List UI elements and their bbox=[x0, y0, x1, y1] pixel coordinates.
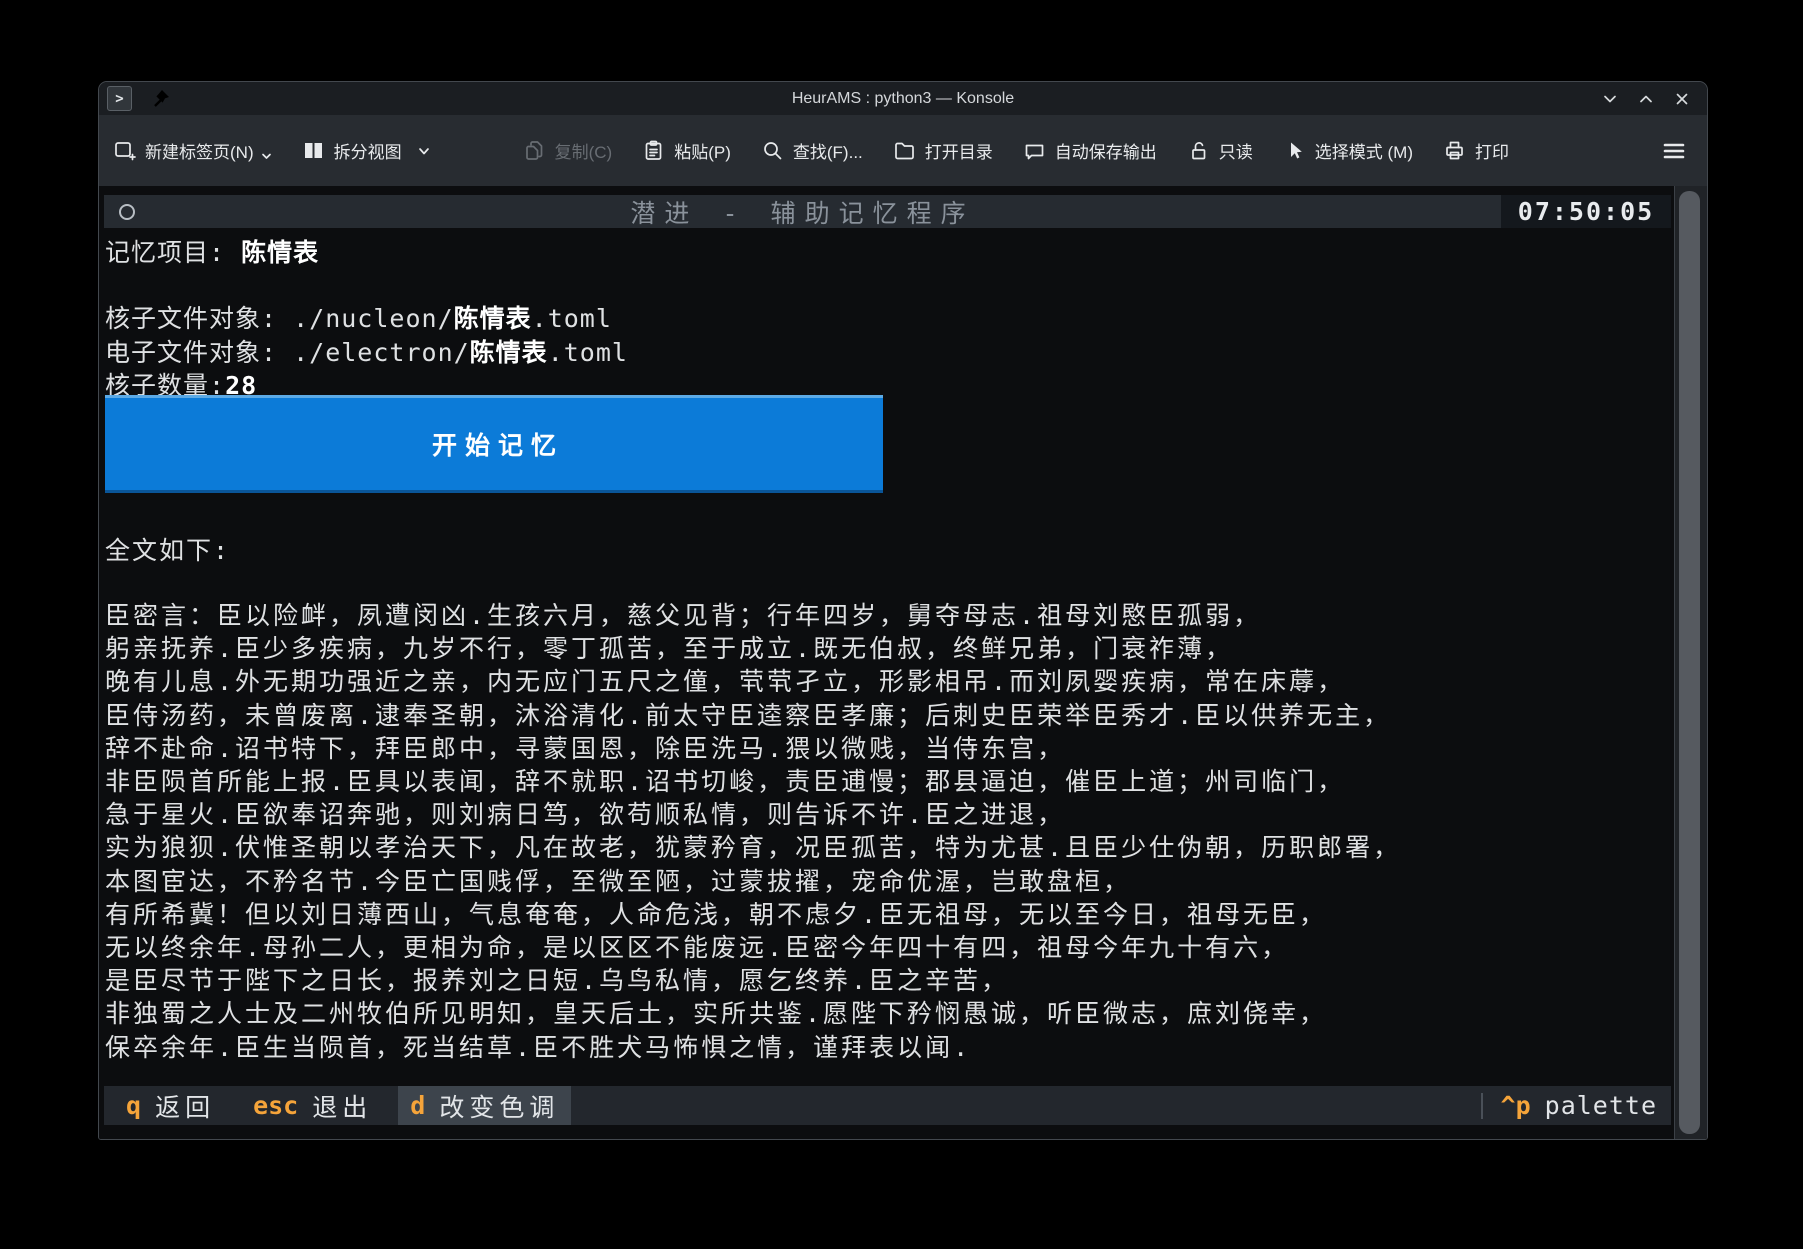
footer-separator bbox=[1481, 1093, 1483, 1119]
fulltext-line: 非独蜀之人士及二州牧伯所见明知，皇天后土，实所共鉴.愿陛下矜悯愚诚，听臣微志，庶… bbox=[105, 997, 1401, 1030]
nucleon-file-line: 核子文件对象: ./nucleon/陈情表.toml bbox=[105, 302, 628, 335]
chevron-down-icon bbox=[261, 151, 272, 162]
fulltext-line: 无以终余年.母孙二人，更相为命，是以区区不能废远.臣密今年四十有四，祖母今年九十… bbox=[105, 931, 1401, 964]
toolbar-paste[interactable]: 粘贴(P) bbox=[642, 138, 731, 163]
toolbar-label: 打开目录 bbox=[925, 138, 993, 163]
toolbar-label: 粘贴(P) bbox=[674, 138, 731, 163]
titlebar: > HeurAMS : python3 — Konsole bbox=[99, 82, 1707, 115]
fulltext-line: 保卒余年.臣生当陨首，死当结草.臣不胜犬马怖惧之情，谨拜表以闻. bbox=[105, 1031, 1401, 1064]
toolbar-print[interactable]: 打印 bbox=[1443, 138, 1509, 163]
copy-icon bbox=[523, 139, 546, 162]
toolbar-read-only[interactable]: 只读 bbox=[1187, 138, 1253, 163]
fulltext-line: 本图宦达，不矜名节.今臣亡国贱俘，至微至陋，过蒙拔擢，宠命优渥，岂敢盘桓， bbox=[105, 865, 1401, 898]
toolbar-split-view[interactable]: 拆分视图 bbox=[302, 138, 431, 163]
toolbar-label: 只读 bbox=[1219, 138, 1253, 163]
info-value: 陈情表 bbox=[470, 338, 548, 367]
chevron-up-icon bbox=[1637, 90, 1655, 108]
minimize-button[interactable] bbox=[1599, 88, 1621, 110]
fulltext-paragraph: 臣密言：臣以险衅，夙遭闵凶.生孩六月，慈父见背；行年四岁，舅夺母志.祖母刘愍臣孤… bbox=[105, 599, 1401, 1064]
search-icon bbox=[761, 139, 784, 162]
toolbar-label: 自动保存输出 bbox=[1055, 138, 1157, 163]
toolbar-label: 选择模式 (M) bbox=[1315, 138, 1413, 163]
fulltext-line: 是臣尽节于陛下之日长，报养刘之日短.乌鸟私情，愿乞终养.臣之辛苦， bbox=[105, 964, 1401, 997]
key-badge: esc bbox=[253, 1091, 298, 1120]
key-badge: q bbox=[126, 1091, 141, 1120]
info-label: 核子文件对象: ./nucleon/ bbox=[105, 304, 454, 333]
footer-binding-quit[interactable]: esc 退出 bbox=[241, 1086, 384, 1125]
tui-clock: 07:50:05 bbox=[1501, 195, 1671, 228]
toolbar-new-tab[interactable]: 新建标签页(N) bbox=[113, 138, 272, 163]
key-badge: d bbox=[410, 1091, 425, 1120]
terminal-view[interactable]: 潜进 - 辅助记忆程序 07:50:05 记忆项目: 陈情表 核子文件对象: .… bbox=[99, 186, 1707, 1139]
close-icon bbox=[1673, 90, 1691, 108]
konsole-window: > HeurAMS : python3 — Konsole 新建标签页(N) bbox=[98, 81, 1708, 1140]
new-tab-icon bbox=[113, 139, 136, 162]
cursor-icon bbox=[1283, 139, 1306, 162]
unlock-icon bbox=[1187, 139, 1210, 162]
toolbar-autosave-output[interactable]: 自动保存输出 bbox=[1023, 138, 1157, 163]
chevron-down-icon bbox=[1601, 90, 1619, 108]
start-memorize-button[interactable]: 开始记忆 bbox=[105, 395, 883, 493]
toolbar-find[interactable]: 查找(F)... bbox=[761, 138, 863, 163]
split-view-icon bbox=[302, 139, 325, 162]
toolbar-label: 拆分视图 bbox=[334, 138, 402, 163]
fulltext-line: 臣密言：臣以险衅，夙遭闵凶.生孩六月，慈父见背；行年四岁，舅夺母志.祖母刘愍臣孤… bbox=[105, 599, 1401, 632]
printer-icon bbox=[1443, 139, 1466, 162]
window-title: HeurAMS : python3 — Konsole bbox=[99, 90, 1707, 108]
folder-icon bbox=[893, 139, 916, 162]
scrollbar[interactable] bbox=[1674, 186, 1707, 1139]
tui-header: 潜进 - 辅助记忆程序 07:50:05 bbox=[104, 195, 1671, 228]
toolbar-open-directory[interactable]: 打开目录 bbox=[893, 138, 993, 163]
toolbar-label: 查找(F)... bbox=[793, 138, 863, 163]
fulltext-line: 急于星火.臣欲奉诏奔驰，则刘病日笃，欲苟顺私情，则告诉不许.臣之进退， bbox=[105, 798, 1401, 831]
output-bubble-icon bbox=[1023, 139, 1046, 162]
close-button[interactable] bbox=[1671, 88, 1693, 110]
fulltext-line: 非臣陨首所能上报.臣具以表闻，辞不就职.诏书切峻，责臣逋慢；郡县逼迫，催臣上道；… bbox=[105, 765, 1401, 798]
footer-binding-back[interactable]: q 返回 bbox=[114, 1086, 227, 1125]
info-value: 陈情表 bbox=[241, 238, 319, 267]
toolbar-label: 复制(C) bbox=[555, 138, 613, 163]
fulltext-line: 晚有儿息.外无期功强近之亲，内无应门五尺之僮，茕茕孑立，形影相吊.而刘夙婴疾病，… bbox=[105, 665, 1401, 698]
toolbar-label: 打印 bbox=[1475, 138, 1509, 163]
memory-info: 记忆项目: 陈情表 核子文件对象: ./nucleon/陈情表.toml 电子文… bbox=[105, 236, 628, 402]
info-value: 陈情表 bbox=[454, 304, 532, 333]
electron-file-line: 电子文件对象: ./electron/陈情表.toml bbox=[105, 336, 628, 369]
paste-icon bbox=[642, 139, 665, 162]
hamburger-icon bbox=[1661, 138, 1687, 164]
fulltext-line: 辞不赴命.诏书特下，拜臣郎中，寻蒙国恩，除臣洗马.猥以微贱，当侍东宫， bbox=[105, 732, 1401, 765]
tui-footer: q 返回 esc 退出 d 改变色调 ^p palette bbox=[104, 1086, 1671, 1125]
footer-binding-change-theme[interactable]: d 改变色调 bbox=[398, 1086, 571, 1125]
toolbar-copy[interactable]: 复制(C) bbox=[523, 138, 613, 163]
toolbar-label: 新建标签页(N) bbox=[145, 138, 254, 163]
info-label: 电子文件对象: ./electron/ bbox=[105, 338, 470, 367]
menu-button[interactable] bbox=[1661, 138, 1687, 164]
fulltext-line: 臣侍汤药，未曾废离.逮奉圣朝，沐浴清化.前太守臣逵察臣孝廉；后刺史臣荣举臣秀才.… bbox=[105, 699, 1401, 732]
fulltext-label: 全文如下: bbox=[105, 531, 230, 567]
info-label: 记忆项目: bbox=[105, 238, 241, 267]
toolbar: 新建标签页(N) 拆分视图 复制(C) 粘贴(P) 查找(F)... 打开目录 … bbox=[99, 115, 1707, 186]
key-badge: ^p bbox=[1501, 1091, 1531, 1120]
fulltext-line: 躬亲抚养.臣少多疾病，九岁不行，零丁孤苦，至于成立.既无伯叔，终鲜兄弟，门衰祚薄… bbox=[105, 632, 1401, 665]
tui-title: 潜进 - 辅助记忆程序 bbox=[104, 194, 1501, 230]
toolbar-select-mode[interactable]: 选择模式 (M) bbox=[1283, 138, 1413, 163]
maximize-button[interactable] bbox=[1635, 88, 1657, 110]
chevron-down-icon bbox=[417, 144, 431, 158]
fulltext-line: 实为狼狈.伏惟圣朝以孝治天下，凡在故老，犹蒙矜育，况臣孤苦，特为尤甚.且臣少仕伪… bbox=[105, 831, 1401, 864]
footer-palette[interactable]: ^p palette bbox=[1501, 1091, 1671, 1120]
fulltext-line: 有所希冀！但以刘日薄西山，气息奄奄，人命危浅，朝不虑夕.臣无祖母，无以至今日，祖… bbox=[105, 898, 1401, 931]
memory-item-line: 记忆项目: 陈情表 bbox=[105, 236, 628, 269]
scrollbar-thumb[interactable] bbox=[1679, 191, 1700, 1134]
